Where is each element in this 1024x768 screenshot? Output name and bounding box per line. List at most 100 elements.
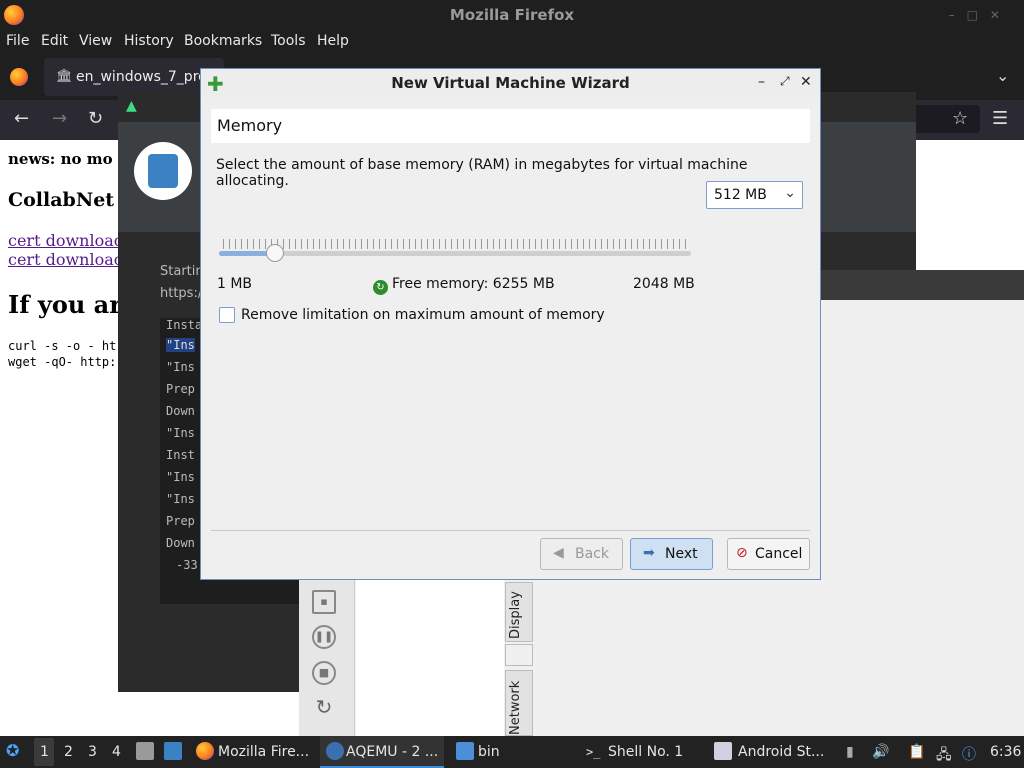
firefox-window-controls[interactable]: –□✕ [949, 8, 1012, 22]
cancel-icon: ⊘ [736, 545, 748, 561]
wizard-separator [211, 530, 810, 531]
console-line: "Ins [166, 360, 195, 374]
pause-icon[interactable]: ❚❚ [312, 625, 336, 649]
start-menu-icon[interactable]: ✪ [6, 741, 19, 760]
workspace-4[interactable]: 4 [112, 744, 121, 760]
firefox-menubar: File Edit View History Bookmarks Tools H… [0, 30, 1024, 54]
firefox-task-icon [196, 742, 214, 760]
reload-icon[interactable]: ↻ [88, 108, 103, 129]
task-firefox[interactable]: Mozilla Fire... [218, 744, 309, 760]
console-line: Prep [166, 514, 195, 528]
memory-size-combobox[interactable]: 512 MB ⌄ [706, 181, 803, 209]
list-tabs-chevron-icon[interactable]: ⌄ [996, 66, 1009, 85]
back-arrow-icon: ◀ [553, 545, 564, 561]
forward-arrow-icon[interactable]: → [52, 108, 67, 129]
console-line: Down [166, 536, 195, 550]
page-collabnet-heading: CollabNet [8, 189, 115, 211]
menu-history[interactable]: History [124, 33, 174, 49]
remove-limitation-checkbox[interactable] [219, 307, 235, 323]
firefox-view-icon[interactable] [10, 68, 28, 86]
firefox-window-title: Mozilla Firefox [449, 6, 575, 24]
menu-tools[interactable]: Tools [271, 33, 306, 49]
star-icon[interactable]: ☆ [952, 108, 968, 129]
aqemu-task-icon [326, 742, 344, 760]
page-code-curl: curl -s -o - ht [8, 339, 117, 353]
console-line-selected: "Ins [166, 338, 195, 352]
tab-display[interactable]: Display [505, 582, 533, 642]
android-studio-starting-text: Startin [160, 264, 204, 279]
console-line: -33 [176, 558, 198, 572]
new-vm-wizard-dialog: ✚ New Virtual Machine Wizard – ⤢ ✕ Memor… [200, 68, 821, 580]
notification-icon[interactable]: ⓘ [962, 744, 976, 764]
aqemu-titlebar [820, 270, 1024, 300]
next-button[interactable]: ➡ Next [630, 538, 713, 570]
battery-icon[interactable]: ▮ [846, 744, 854, 760]
bank-icon: 🏛 [56, 69, 73, 84]
memory-slider[interactable] [219, 251, 691, 256]
console-line: "Ins [166, 426, 195, 440]
memory-size-value: 512 MB [714, 187, 767, 203]
tab-network[interactable]: Network [505, 670, 533, 736]
file-manager-icon[interactable] [136, 742, 154, 760]
aqemu-main-panel [356, 580, 504, 736]
task-android-studio[interactable]: Android St... [738, 744, 824, 760]
cancel-button-label: Cancel [755, 546, 803, 562]
clipboard-icon[interactable]: 📋 [908, 744, 925, 760]
wizard-title: New Virtual Machine Wizard [391, 74, 630, 92]
console-line: Down [166, 404, 195, 418]
cancel-button[interactable]: ⊘ Cancel [727, 538, 810, 570]
volume-icon[interactable]: 🔊 [872, 744, 889, 760]
menu-edit[interactable]: Edit [41, 33, 68, 49]
task-bin[interactable]: bin [478, 744, 500, 760]
console-line: Prep [166, 382, 195, 396]
page-if-you-heading: If you ar [8, 290, 122, 319]
hamburger-menu-icon[interactable]: ☰ [992, 108, 1008, 129]
chevron-down-icon: ⌄ [784, 185, 796, 201]
tab-network-label: Network [508, 680, 523, 735]
memory-slider-handle[interactable] [266, 244, 284, 262]
memory-max-label: 2048 MB [633, 276, 695, 292]
save-icon[interactable]: ▪ [312, 590, 336, 614]
memory-min-label: 1 MB [217, 276, 253, 292]
show-desktop-icon[interactable] [164, 742, 182, 760]
wizard-page-title: Memory [217, 116, 283, 135]
close-icon[interactable]: ✕ [800, 74, 812, 90]
terminal-icon: >_ [586, 745, 601, 759]
android-studio-url-text: https:/ [160, 286, 203, 301]
free-memory-label: ↻ Free memory: 6255 MB [373, 276, 555, 295]
wizard-page-header: Memory [211, 109, 810, 143]
cert-download-link-2[interactable]: cert downloac [8, 250, 123, 269]
memory-slider-ticks [223, 239, 691, 249]
menu-view[interactable]: View [79, 33, 112, 49]
refresh-icon[interactable]: ↻ [373, 280, 388, 295]
folder-icon [456, 742, 474, 760]
back-arrow-icon[interactable]: ← [14, 108, 29, 129]
back-button[interactable]: ◀ Back [540, 538, 623, 570]
next-button-label: Next [665, 546, 698, 562]
workspace-3[interactable]: 3 [88, 744, 97, 760]
window-icon [714, 742, 732, 760]
menu-help[interactable]: Help [317, 33, 349, 49]
clock[interactable]: 6:36 [990, 744, 1021, 760]
android-icon: ▲ [126, 98, 137, 114]
menu-bookmarks[interactable]: Bookmarks [184, 33, 262, 49]
console-line: Insta [166, 318, 203, 332]
minimize-icon[interactable]: – [758, 74, 765, 90]
network-icon[interactable]: 🖧 [936, 744, 952, 768]
firefox-tab-title: en_windows_7_pro [76, 69, 207, 85]
stop-icon[interactable]: ■ [312, 661, 336, 685]
console-line: Inst [166, 448, 195, 462]
console-line: "Ins [166, 470, 195, 484]
maximize-icon[interactable]: ⤢ [780, 74, 790, 89]
workspace-2[interactable]: 2 [64, 744, 73, 760]
remove-limitation-label[interactable]: Remove limitation on maximum amount of m… [241, 307, 605, 323]
display-tab-icon[interactable] [505, 644, 533, 666]
task-shell[interactable]: Shell No. 1 [608, 744, 683, 760]
task-aqemu[interactable]: AQEMU - 2 ... [346, 744, 438, 760]
cert-download-link-1[interactable]: cert downloac [8, 231, 123, 250]
page-news-text: news: no mo [8, 150, 113, 168]
workspace-1[interactable]: 1 [40, 744, 49, 760]
menu-file[interactable]: File [6, 33, 29, 49]
reset-icon[interactable]: ↻ [312, 697, 336, 721]
console-line: "Ins [166, 492, 195, 506]
